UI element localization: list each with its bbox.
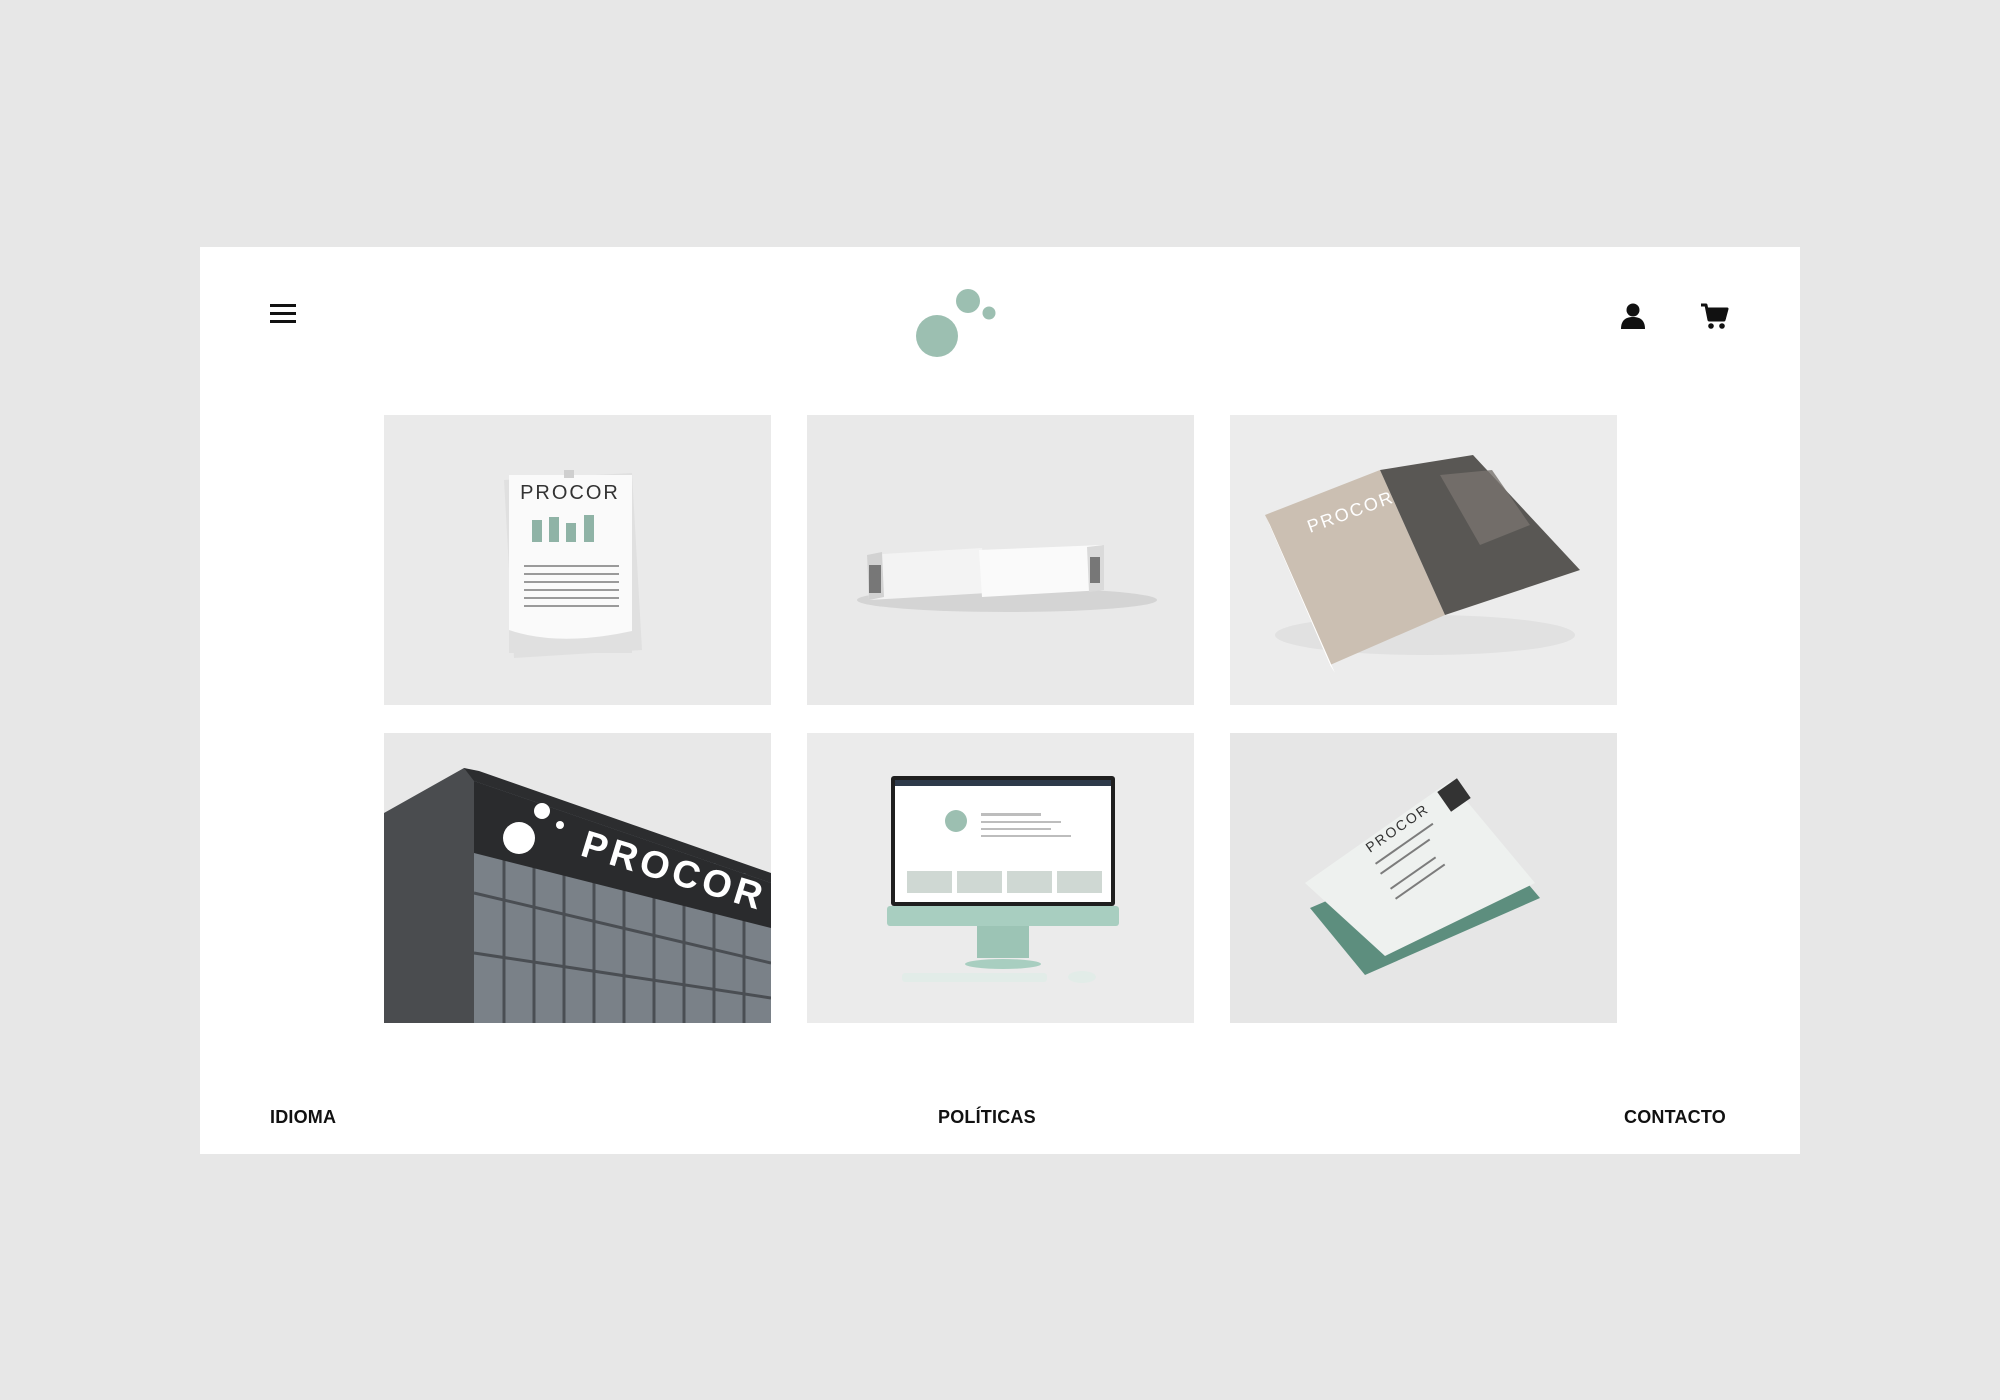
footer-idioma-link[interactable]: IDIOMA (270, 1107, 336, 1128)
boxes-mockup[interactable] (807, 415, 1194, 705)
calendar-title: PROCOR (520, 482, 620, 504)
desktop-mockup[interactable] (807, 733, 1194, 1023)
page-frame: PROCOR PROCOR PROCOR PROCOR IDIOMA POLÍT… (200, 247, 1800, 1154)
business-card-mockup[interactable]: PROCOR (1230, 733, 1617, 1023)
user-icon[interactable] (1618, 301, 1648, 331)
brochure-mockup[interactable]: PROCOR (1230, 415, 1617, 705)
portfolio-gallery: PROCOR PROCOR PROCOR PROCOR (384, 415, 1617, 1023)
hamburger-menu-icon[interactable] (270, 302, 296, 326)
footer-contacto-link[interactable]: CONTACTO (1624, 1107, 1726, 1128)
building-sign-mockup[interactable]: PROCOR (384, 733, 771, 1023)
shopping-cart-icon[interactable] (1699, 301, 1729, 331)
footer-politicas-link[interactable]: POLÍTICAS (938, 1107, 1036, 1128)
calendar-mockup[interactable]: PROCOR (384, 415, 771, 705)
procor-logo[interactable] (916, 285, 996, 359)
